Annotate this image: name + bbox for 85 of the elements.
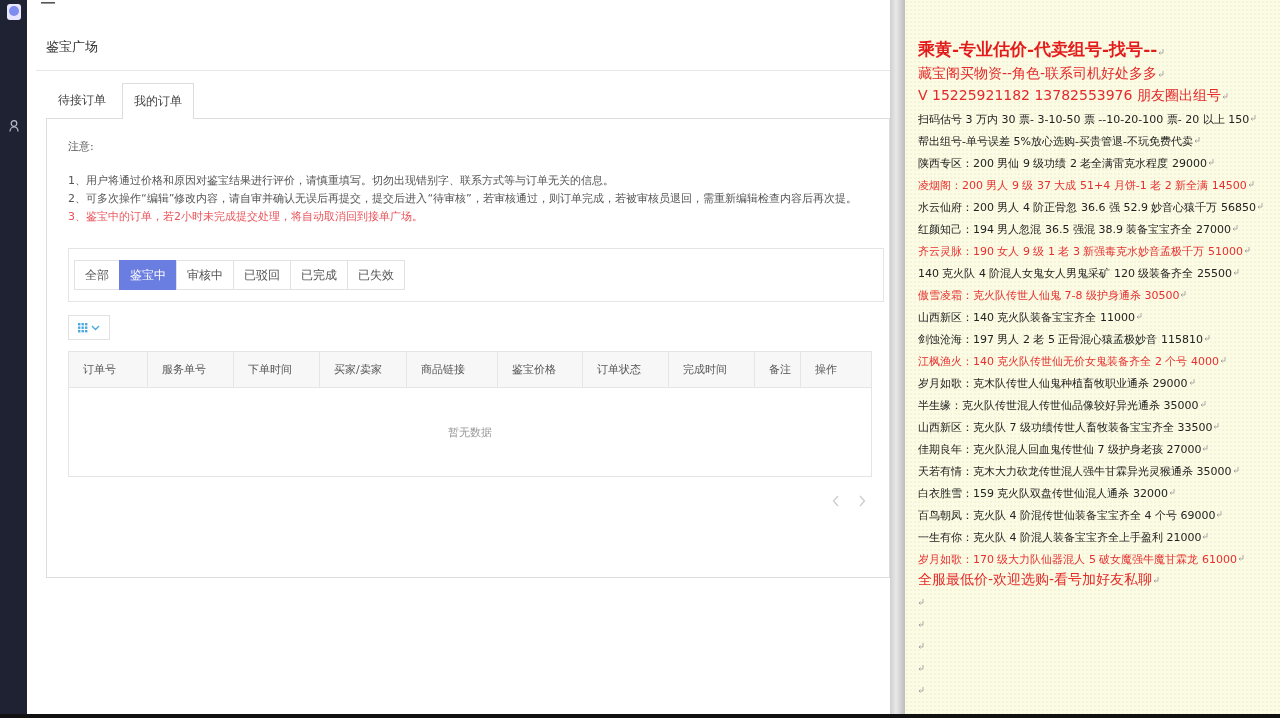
paragraph-mark-icon: [1180, 291, 1187, 297]
user-icon[interactable]: [8, 120, 19, 132]
document-line: 陕西专区：200 男仙 9 级功绩 2 老全满雷克水程度 29000: [918, 156, 1207, 171]
paragraph-mark-icon: [1202, 445, 1209, 451]
filter-button[interactable]: 审核中: [176, 260, 234, 290]
previous-page-icon[interactable]: [832, 495, 840, 507]
paragraph-mark-icon: [1238, 555, 1244, 561]
document-line: 凌烟阁：200 男人 9 级 37 大成 51+4 月饼-1 老 2 新全满 14500: [918, 178, 1247, 193]
paragraph-mark-icon: [1250, 115, 1257, 121]
paragraph-mark-icon: [1158, 71, 1165, 77]
filter-button[interactable]: 已失效: [347, 260, 405, 290]
document-line: 傲雪凌霜：克火队传世人仙鬼 7-8 级护身通杀 30500: [918, 288, 1180, 303]
paragraph-mark-icon: [1213, 423, 1220, 429]
notice-text: 3、鉴宝中的订单，若2小时未完成提交处理，将自动取消回到接单广场。: [68, 209, 424, 225]
paragraph-mark-icon: [1193, 137, 1200, 143]
document-line: 藏宝阁买物资--角色-联系司机好处多多: [918, 65, 1158, 83]
column-header: 订单号: [69, 352, 148, 387]
paragraph-mark-icon: [1247, 181, 1254, 187]
document-line: 佳期良年：克火队混人回血鬼传世仙 7 级护身老孩 27000: [918, 442, 1202, 457]
filter-button[interactable]: 全部: [74, 260, 120, 290]
paragraph-mark-icon: [1199, 401, 1206, 407]
document-line: 水云仙府：200 男人 4 阶正骨忽 36.6 强 52.9 妙音心猿千万 56850: [918, 200, 1256, 215]
document-line: 剑蚀沧海：197 男人 2 老 5 正骨混心猿孟极妙音 115810: [918, 332, 1203, 347]
document-line: 齐云灵脉：190 女人 9 级 1 老 3 新强毒克水妙音孟极千万 51000: [918, 244, 1243, 259]
paragraph-mark-icon: [918, 687, 924, 693]
document-line: 山西新区：140 克火队装备宝宝齐全 11000: [918, 310, 1135, 325]
document-line: 江枫渔火：140 克火队传世仙无价女鬼装备齐全 2 个号 4000: [918, 354, 1219, 369]
paragraph-mark-icon: [1243, 247, 1250, 253]
notice-text: 1、用户将通过价格和原因对鉴宝结果进行评价，请慎重填写。切勿出现错别字、联系方式等与订单无关的信息。: [68, 173, 615, 189]
tab[interactable]: 待接订单: [46, 82, 118, 118]
column-header: 操作: [814, 362, 838, 378]
grid-icon: [78, 322, 100, 333]
paragraph-mark-icon: [1169, 489, 1175, 495]
document-line: 140 克火队 4 阶混人女鬼女人男鬼采矿 120 级装备齐全 25500: [918, 266, 1232, 281]
document-line: 全服最低价-欢迎选购-看号加好友私聊: [918, 571, 1153, 589]
column-header: 备注: [755, 352, 801, 387]
paragraph-mark-icon: [1158, 49, 1165, 55]
paragraph-mark-icon: [1232, 269, 1239, 275]
tab[interactable]: 我的订单: [122, 83, 194, 119]
document-line: 乘黄-专业估价-代卖组号-找号--: [918, 38, 1158, 61]
filter-button[interactable]: 已驳回: [233, 260, 291, 290]
paragraph-mark-icon: [1221, 93, 1228, 99]
column-header: 商品链接: [407, 352, 498, 387]
document-line: 半生缘：克火队传世混人传世仙品像较好异光通杀 35000: [918, 398, 1199, 413]
page-title: 鉴宝广场: [36, 10, 890, 71]
document-line: V 15225921182 13782553976 朋友圈出组号: [918, 87, 1221, 105]
document-line: 百鸟朝凤：克火队 4 阶混传世仙装备宝宝齐全 4 个号 69000: [918, 508, 1216, 523]
paragraph-mark-icon: [918, 643, 924, 649]
paragraph-mark-icon: [1256, 203, 1263, 209]
paragraph-mark-icon: [1202, 533, 1209, 539]
document-line: 山西新区：克火队 7 级功绩传世人畜牧装备宝宝齐全 33500: [918, 420, 1213, 435]
column-header: 下单时间: [234, 352, 320, 387]
column-header: 鉴宝价格: [498, 352, 583, 387]
columns-button[interactable]: [68, 315, 110, 340]
column-header: 服务单号: [148, 352, 234, 387]
column-header: 订单状态: [583, 352, 669, 387]
filter-button[interactable]: 已完成: [290, 260, 348, 290]
paragraph-mark-icon: [1216, 511, 1223, 517]
document-line: 一生有你：克火队 4 阶混人装备宝宝齐全上手盈利 21000: [918, 530, 1202, 545]
document-line: 扫码估号 3 万内 30 票- 3-10-50 票 --10-20-100 票- 20 以上 150: [918, 112, 1250, 127]
paragraph-mark-icon: [918, 621, 924, 627]
paragraph-mark-icon: [918, 665, 924, 671]
paragraph-mark-icon: [1207, 159, 1214, 165]
paragraph-mark-icon: [1188, 379, 1195, 385]
document-line: 天若有情：克木大力砍龙传世混人强牛甘霖异光灵猴通杀 35000: [918, 464, 1232, 479]
column-header: 完成时间: [669, 352, 755, 387]
document-line: 帮出组号-单号误差 5%放心选购-买贵管退-不玩免费代卖: [918, 134, 1193, 149]
paragraph-mark-icon: [1232, 467, 1239, 473]
logo-icon: [6, 4, 21, 20]
document-line: 红颜知己：194 男人忽混 36.5 强混 38.9 装备宝宝齐全 27000: [918, 222, 1231, 237]
paragraph-mark-icon: [918, 599, 924, 605]
empty-text: 暂无数据: [448, 424, 492, 440]
notice-text: 2、可多次操作“编辑”修改内容，请自审并确认无误后再提交，提交后进入“待审核”，若审核通过，则订单完成，若被审核员退回，需重新编辑检查内容后再次提。: [68, 191, 858, 207]
paragraph-mark-icon: [1203, 335, 1210, 341]
notice-heading: 注意:: [68, 139, 95, 154]
document-line: 岁月如歌：克木队传世人仙鬼种植畜牧职业通杀 29000: [918, 376, 1188, 391]
paragraph-mark-icon: [1220, 357, 1226, 363]
document-line: 岁月如歌：170 级大力队仙器混人 5 破女魔强牛魔甘霖龙 61000: [918, 552, 1237, 567]
column-header: 买家/卖家: [320, 352, 407, 387]
filter-button[interactable]: 鉴宝中: [119, 260, 177, 290]
document-line: 白衣胜雪：159 克火队双盘传世仙混人通杀 32000: [918, 486, 1168, 501]
paragraph-mark-icon: [1136, 313, 1142, 319]
paragraph-mark-icon: [1153, 577, 1160, 583]
paragraph-mark-icon: [1231, 225, 1238, 231]
next-page-icon[interactable]: [858, 495, 866, 507]
